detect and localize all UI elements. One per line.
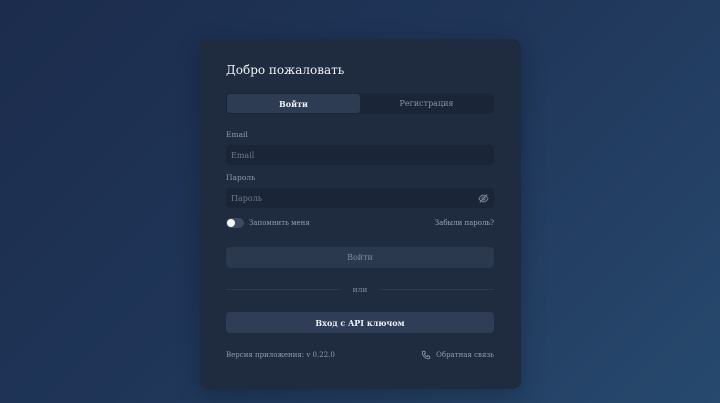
feedback-link[interactable]: Обратная связь	[421, 350, 494, 360]
login-card: Добро пожаловать Войти Регистрация Email…	[200, 39, 521, 389]
divider-text: или	[352, 284, 368, 294]
auth-tabs: Войти Регистрация	[226, 93, 494, 114]
email-field-container	[226, 145, 494, 165]
email-label: Email	[226, 130, 248, 139]
card-footer: Версия приложения: v 0.22.0 Обратная свя…	[226, 349, 494, 361]
remember-row: Запомнить меня Забыли пароль?	[226, 217, 494, 229]
remember-me-label: Запомнить меня	[249, 219, 310, 227]
password-field[interactable]	[231, 193, 478, 203]
login-button[interactable]: Войти	[226, 247, 494, 268]
remember-me-toggle[interactable]	[226, 218, 244, 228]
email-field[interactable]	[231, 150, 489, 160]
password-field-container	[226, 188, 494, 208]
tab-register[interactable]: Регистрация	[360, 94, 493, 113]
password-label: Пароль	[226, 173, 256, 182]
or-divider: или	[226, 284, 495, 294]
eye-off-icon[interactable]	[478, 193, 489, 204]
toggle-knob	[227, 219, 235, 227]
forgot-password-link[interactable]: Забыли пароль?	[435, 219, 494, 227]
divider-line-right	[379, 288, 495, 290]
phone-icon	[422, 350, 431, 360]
api-key-login-button[interactable]: Вход с API ключом	[226, 312, 494, 333]
app-version: Версия приложения: v 0.22.0	[226, 351, 335, 359]
remember-me: Запомнить меня	[226, 218, 310, 228]
tab-login[interactable]: Войти	[227, 94, 360, 113]
divider-line-left	[226, 288, 341, 290]
feedback-label: Обратная связь	[436, 351, 494, 359]
card-title: Добро пожаловать	[226, 63, 345, 77]
